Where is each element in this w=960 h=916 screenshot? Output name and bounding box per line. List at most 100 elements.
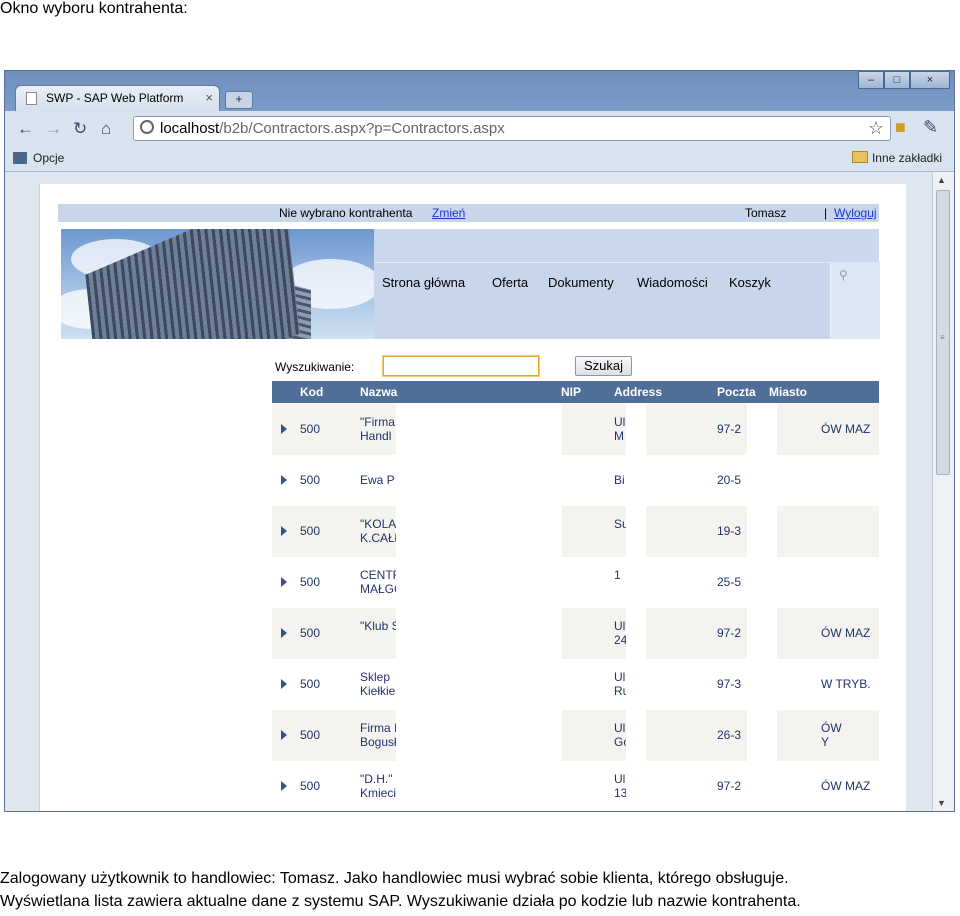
menu-offer[interactable]: Oferta [492, 275, 528, 290]
cell-mask [396, 608, 551, 659]
cell-mask [396, 506, 551, 557]
table-row[interactable]: 500 "Klub S Ul24 97-2 ÓW MAZ [272, 608, 879, 659]
cell-code: 500 [300, 779, 321, 793]
magnifier-icon[interactable]: ⚲ [839, 268, 848, 282]
quick-search[interactable]: ⚲ [830, 262, 880, 339]
menu-documents[interactable]: Dokumenty [548, 275, 614, 290]
logout-link[interactable]: Wyloguj [834, 206, 877, 220]
select-row-icon[interactable] [281, 628, 287, 638]
column-city[interactable]: Miasto [769, 385, 807, 399]
change-contractor-link[interactable]: Zmień [432, 206, 465, 220]
cell-name: Kmieci [360, 786, 396, 800]
cell-address: 24 [614, 633, 626, 647]
cell-address: 1 [614, 568, 621, 582]
vertical-scrollbar[interactable]: ▲ ≡ ▼ [932, 172, 954, 811]
column-code[interactable]: Kod [300, 385, 323, 399]
address-bar[interactable]: localhost/b2b/Contractors.aspx?p=Contrac… [133, 116, 891, 141]
page-info-icon[interactable] [140, 120, 154, 134]
cell-mask [396, 710, 551, 761]
scroll-up-icon[interactable]: ▲ [937, 175, 946, 185]
menu-home[interactable]: Strona główna [382, 275, 465, 290]
forward-icon[interactable]: → [45, 119, 62, 139]
cell-mask [396, 761, 551, 811]
extension-icon[interactable]: ■ [895, 117, 906, 138]
reload-icon[interactable]: ↻ [73, 119, 87, 139]
cell-city: ÓW [821, 721, 842, 735]
cell-name: Firma I [360, 721, 396, 735]
select-row-icon[interactable] [281, 730, 287, 740]
cell-address: M [614, 429, 624, 443]
table-row[interactable]: 500 "KOLAK.CAŁł Su 19-3 [272, 506, 879, 557]
wrench-icon[interactable]: ✎ [923, 117, 938, 138]
cell-mask [550, 557, 562, 608]
cell-address: Ru [614, 684, 626, 698]
home-icon[interactable]: ⌂ [101, 119, 111, 139]
cell-name: Bogusł [360, 735, 396, 749]
cell-city: ÓW MAZ [821, 422, 871, 436]
table-row[interactable]: 500 CENTFMAŁGC 1 25-5 [272, 557, 879, 608]
cell-code: 500 [300, 473, 321, 487]
table-row[interactable]: 500 "D.H."Kmieci Ul13 97-2 ÓW MAZ [272, 761, 879, 811]
table-row[interactable]: 500 Ewa P Bi 20-5 [272, 455, 879, 506]
back-icon[interactable]: ← [17, 119, 34, 139]
menu-cart[interactable]: Koszyk [729, 275, 771, 290]
cell-name: Sklep [360, 670, 391, 684]
cell-mask [550, 506, 562, 557]
bookmarks-bar: Opcje Inne zakładki [5, 147, 954, 172]
select-row-icon[interactable] [281, 526, 287, 536]
other-bookmarks[interactable]: Inne zakładki [851, 151, 942, 165]
other-bookmarks-label: Inne zakładki [871, 151, 942, 165]
cell-name: Handl [360, 429, 392, 443]
options-bookmark[interactable]: Opcje [13, 151, 64, 165]
table-row[interactable]: 500 Firma IBogusł UlGc 26-3 ÓWY [272, 710, 879, 761]
column-nip[interactable]: NIP [561, 385, 581, 399]
column-address[interactable]: Address [614, 385, 662, 399]
select-row-icon[interactable] [281, 424, 287, 434]
cell-postcode: 97-3 [717, 677, 742, 691]
search-label: Wyszukiwanie: [275, 360, 355, 374]
scroll-down-icon[interactable]: ▼ [937, 798, 946, 808]
cell-code: 500 [300, 524, 321, 538]
browser-tab[interactable]: SWP - SAP Web Platform × [15, 85, 220, 111]
select-row-icon[interactable] [281, 679, 287, 689]
select-row-icon[interactable] [281, 781, 287, 791]
column-name[interactable]: Nazwa [360, 385, 397, 399]
document-heading: Okno wyboru kontrahenta: [0, 0, 188, 17]
select-row-icon[interactable] [281, 577, 287, 587]
search-button[interactable]: Szukaj [575, 356, 632, 376]
column-postcode[interactable]: Poczta [717, 385, 756, 399]
table-row[interactable]: 500 "Firma Handl Ul M 97-2 ÓW MAZ [272, 404, 879, 455]
cell-address: Ul [614, 619, 626, 633]
scroll-thumb[interactable]: ≡ [936, 190, 950, 475]
cell-mask [550, 761, 562, 811]
options-label: Opcje [33, 151, 65, 165]
star-icon[interactable]: ☆ [868, 118, 884, 139]
search-input[interactable] [383, 356, 539, 376]
cell-code: 500 [300, 728, 321, 742]
maximize-button[interactable]: □ [884, 71, 910, 89]
menu-messages[interactable]: Wiadomości [637, 275, 708, 290]
tab-title: SWP - SAP Web Platform [46, 91, 184, 105]
cell-name: "Klub S [360, 619, 396, 633]
url-text: localhost/b2b/Contractors.aspx?p=Contrac… [160, 120, 505, 137]
new-tab-button[interactable]: + [225, 91, 253, 109]
cell-mask [626, 761, 646, 811]
options-icon [13, 152, 27, 164]
cell-mask [396, 659, 551, 710]
tab-close-icon[interactable]: × [205, 90, 213, 105]
cell-mask [626, 404, 646, 455]
user-status-strip: Nie wybrano kontrahenta Zmień Tomasz | W… [58, 204, 879, 222]
close-window-button[interactable]: × [910, 71, 950, 89]
cell-mask [747, 455, 777, 506]
cell-name: MAŁGC [360, 582, 396, 596]
url-host: localhost [160, 120, 220, 137]
table-row[interactable]: 500 Sklep Kiełkie UlRu 97-3 W TRYB. [272, 659, 879, 710]
cell-name: "KOLA [360, 517, 396, 531]
cell-postcode: 97-2 [717, 626, 742, 640]
cell-city: Y [821, 735, 830, 749]
minimize-button[interactable]: – [858, 71, 884, 89]
cell-city: ÓW MAZ [821, 626, 871, 640]
web-page: Nie wybrano kontrahenta Zmień Tomasz | W… [39, 184, 906, 811]
select-row-icon[interactable] [281, 475, 287, 485]
folder-icon [851, 151, 868, 163]
